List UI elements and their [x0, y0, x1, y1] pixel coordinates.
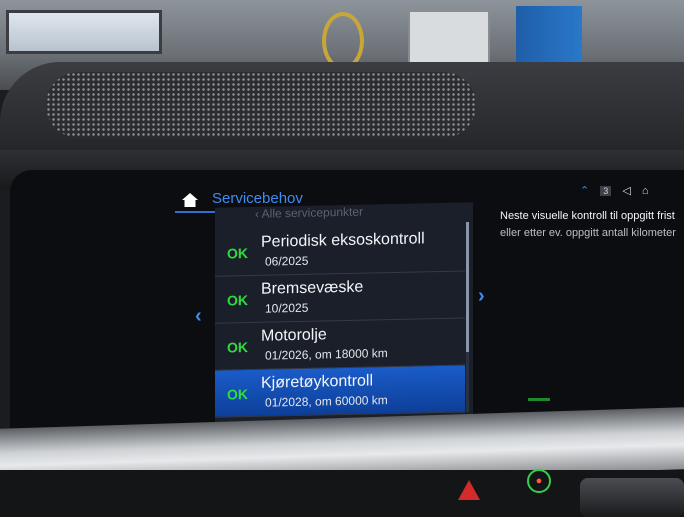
status-ok-label: OK: [227, 386, 248, 403]
service-due: 01/2026, om 18000 km: [265, 346, 388, 363]
workshop-machine: [408, 10, 490, 66]
control-knob[interactable]: [580, 478, 684, 517]
chevron-right-icon[interactable]: ›: [478, 285, 485, 308]
status-ok-label: OK: [227, 245, 248, 262]
page-title: Servicebehov: [212, 190, 303, 207]
detail-line-1: Neste visuelle kontroll til oppgitt fris…: [500, 210, 675, 222]
service-list: ‹ Alle servicepunkter OK Periodisk eksos…: [215, 202, 473, 423]
list-item[interactable]: OK Motorolje 01/2026, om 18000 km: [215, 318, 465, 371]
passenger-airbag-icon: ●: [527, 469, 551, 493]
scrollbar-thumb[interactable]: [466, 222, 469, 352]
list-item[interactable]: OK Bremsevæske 10/2025: [215, 271, 465, 324]
chevron-left-icon[interactable]: ‹: [195, 305, 202, 328]
service-name: Motorolje: [261, 326, 327, 345]
message-count-badge: 3: [600, 186, 612, 196]
blue-cabinet: [516, 6, 582, 66]
service-name: Bremsevæske: [261, 278, 364, 298]
hazard-button-icon[interactable]: [458, 480, 480, 500]
detail-line-2: eller etter ev. oppgitt antall kilometer: [500, 227, 676, 239]
detail-text: Neste visuelle kontroll til oppgitt fris…: [500, 208, 684, 242]
list-item-selected[interactable]: OK Kjøretøykontroll 01/2028, om 60000 km: [215, 365, 465, 418]
status-ok-label: OK: [227, 292, 248, 309]
home-icon[interactable]: [182, 193, 198, 207]
service-due: 10/2025: [265, 300, 309, 316]
speaker-grille: [46, 72, 476, 138]
service-name: Kjøretøykontroll: [261, 372, 374, 392]
list-scrollbar[interactable]: [466, 222, 469, 412]
user-icon: ⌂: [641, 185, 649, 197]
reflection: [528, 398, 550, 401]
status-bar: ⌃ 3 ◁ ⌂: [580, 184, 657, 197]
service-name: Periodisk eksoskontroll: [261, 230, 425, 251]
list-item[interactable]: OK Periodisk eksoskontroll 06/2025: [215, 224, 465, 277]
garage-window: [6, 10, 162, 54]
service-due: 01/2028, om 60000 km: [265, 393, 388, 410]
speaker-icon: ◁: [622, 185, 631, 197]
status-ok-label: OK: [227, 339, 248, 356]
chevron-up-icon[interactable]: ⌃: [580, 185, 589, 197]
service-due: 06/2025: [265, 253, 309, 269]
